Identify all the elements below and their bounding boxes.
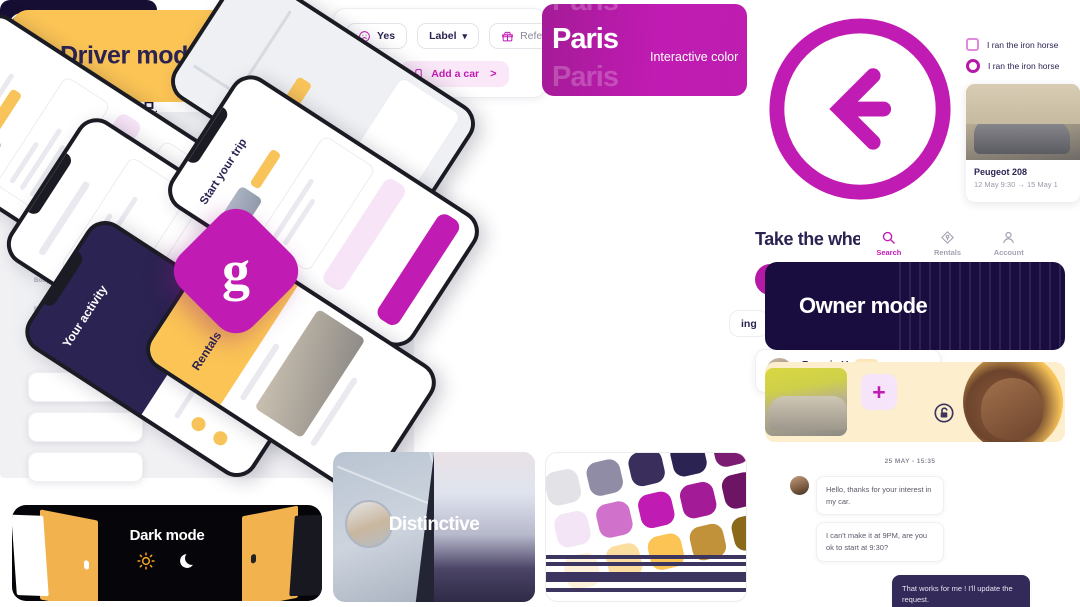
- radio-icon[interactable]: [966, 59, 980, 73]
- checkbox-icon[interactable]: [966, 38, 979, 51]
- color-swatch: [584, 457, 626, 498]
- phone-cta: [374, 210, 463, 329]
- moon-icon[interactable]: [178, 551, 198, 571]
- dark-mode-title: Dark mode: [129, 527, 205, 544]
- nav-label: Search: [876, 247, 902, 257]
- distinctive-card: Distinctive: [333, 452, 535, 602]
- phone-car-photo: [254, 308, 366, 439]
- arrow-left-circle-icon[interactable]: [755, 18, 965, 218]
- chat-bubble: I can't make it at 9PM, are you ok to st…: [816, 522, 944, 562]
- color-swatch: [677, 479, 719, 521]
- paris-main: Paris: [552, 23, 619, 55]
- color-swatch: [594, 499, 635, 540]
- chevron-right-icon: >: [490, 68, 497, 80]
- person-icon: [1001, 230, 1016, 245]
- owner-mode-label: Owner mode: [799, 293, 928, 318]
- checkbox-label: I ran the iron horse: [987, 39, 1059, 50]
- search-icon: [881, 230, 896, 245]
- chip-label: Label: [429, 30, 457, 42]
- interactive-color-label: Interactive color: [650, 50, 739, 64]
- cream-accent-card: +: [765, 362, 1065, 442]
- choice-controls: I ran the iron horse I ran the iron hors…: [966, 38, 1080, 81]
- phone-car-thumb: [0, 128, 3, 176]
- empty-button-2[interactable]: [28, 412, 143, 442]
- nav-label: Rentals: [933, 247, 962, 257]
- avatar: [790, 476, 809, 495]
- chat-bubble: Hello, thanks for your interest in my ca…: [816, 476, 944, 516]
- paris-ghost-top: Paris: [552, 4, 619, 20]
- chip-refer-friends[interactable]: Refer your friends: [489, 23, 545, 49]
- take-the-wheel-panel: Take the wheel Next ing Ongoing – 50€ + …: [729, 4, 965, 393]
- car-photo: [966, 84, 1080, 160]
- radio-label: I ran the iron horse: [988, 61, 1060, 71]
- car-photo: [765, 368, 847, 436]
- car-name: Peugeot 208: [974, 167, 1028, 177]
- key-diamond-icon: [940, 230, 955, 245]
- chat-message-incoming: Hello, thanks for your interest in my ca…: [790, 476, 1030, 516]
- person-photo: [963, 362, 1063, 442]
- nav-label: Account: [993, 247, 1024, 257]
- empty-button-3[interactable]: [28, 452, 143, 482]
- unlock-circle-icon: [933, 402, 955, 424]
- paris-word-stack: Paris Paris Paris: [552, 4, 619, 96]
- checkbox-row[interactable]: I ran the iron horse: [966, 38, 1080, 51]
- car-info: Peugeot 208 12 May 9:30 → 15 May 1: [966, 160, 1080, 196]
- logo-letter: g: [222, 240, 250, 302]
- color-palette-card: [545, 452, 747, 602]
- color-swatch: [552, 508, 593, 550]
- interactive-color-card: Paris Paris Paris Interactive color: [542, 4, 747, 96]
- phone-badge: [249, 148, 282, 190]
- chip-label-dropdown[interactable]: Label ▾: [417, 23, 480, 49]
- car-dates: 12 May 9:30 → 15 May 1: [974, 180, 1058, 189]
- chat-timestamp: 25 MAY - 15:35: [884, 458, 936, 465]
- distinctive-label: Distinctive: [388, 514, 480, 535]
- color-swatch: [719, 470, 746, 511]
- paris-ghost-bottom: Paris: [552, 61, 619, 93]
- color-swatch: [729, 511, 746, 553]
- gift-icon: [501, 30, 514, 43]
- nav-item-search[interactable]: Search: [876, 230, 901, 257]
- color-swatch: [546, 466, 584, 508]
- chevron-down-icon: ▾: [462, 30, 468, 41]
- car-listing-card[interactable]: Peugeot 208 12 May 9:30 → 15 May 1: [966, 84, 1080, 202]
- phone-badge: [0, 88, 23, 134]
- radio-row[interactable]: I ran the iron horse: [966, 59, 1080, 73]
- add-tile[interactable]: +: [861, 374, 897, 410]
- nav-item-rentals[interactable]: Rentals: [934, 230, 961, 257]
- owner-mode-card: Owner mode: [765, 262, 1065, 350]
- color-swatch: [635, 489, 677, 531]
- chat-bubble-outgoing: That works for me ! I'll update the requ…: [892, 574, 1030, 607]
- phone-screen-title: Your activity: [59, 282, 111, 350]
- design-system-board: Driver mode Title XL New Typescale Title…: [0, 0, 1080, 607]
- dark-mode-toggle-icons[interactable]: [12, 551, 322, 571]
- chip-label: Yes: [377, 30, 396, 42]
- sun-icon[interactable]: [136, 551, 156, 571]
- ghost-chip[interactable]: ing: [729, 310, 769, 337]
- palette-stripes: [546, 555, 746, 595]
- bottom-navigation: Search Rentals Account: [860, 222, 1040, 264]
- dark-mode-card: Dark mode: [12, 505, 322, 601]
- color-swatch: [710, 453, 746, 469]
- nav-item-account[interactable]: Account: [994, 230, 1024, 257]
- chip-label: Add a car: [431, 68, 480, 80]
- color-swatch: [626, 453, 668, 489]
- color-swatch: [668, 453, 709, 479]
- app-logo-tile: g: [163, 198, 309, 344]
- chat-thread: 25 MAY - 15:35 Hello, thanks for your in…: [790, 458, 1030, 607]
